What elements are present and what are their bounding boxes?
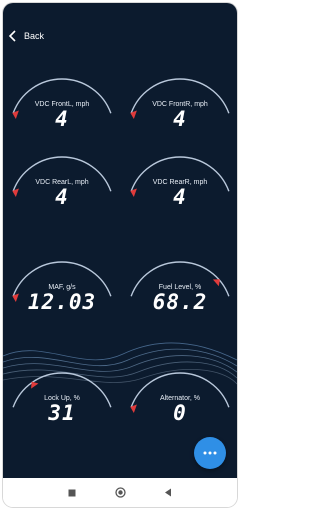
gauge-value: 12.03 [27,290,97,314]
system-nav-bar [3,478,237,507]
back-button[interactable]: Back [8,30,44,42]
gauge-value: 31 [48,401,76,425]
gauge-vdc-rearr[interactable]: VDC RearR, mph 4 [123,143,237,255]
triangle-icon [165,488,171,497]
chevron-left-icon [8,30,16,42]
circle-icon [114,487,126,498]
back-nav-button[interactable] [144,483,192,503]
gauge-maf[interactable]: MAF, g/s 12.03 [5,248,119,360]
more-horizontal-icon [203,451,217,455]
more-options-button[interactable] [194,437,226,469]
phone-frame: Back VDC FrontL, mph 4 VDC FrontR, mph 4… [3,3,237,507]
gauge-vdc-rearl[interactable]: VDC RearL, mph 4 [5,143,119,255]
gauge-fuel-level[interactable]: Fuel Level, % 68.2 [123,248,237,360]
back-label: Back [24,31,45,41]
gauge-value: 4 [173,107,187,131]
gauge-value: 0 [173,401,187,425]
home-button[interactable] [96,483,144,503]
recent-apps-button[interactable] [48,483,96,503]
app-screen: Back VDC FrontL, mph 4 VDC FrontR, mph 4… [3,3,237,478]
gauge-value: 4 [173,185,187,209]
gauge-value: 68.2 [152,290,208,314]
top-bar: Back [3,23,237,49]
gauge-value: 4 [55,185,69,209]
gauge-marker [31,381,39,389]
gauge-lock-up[interactable]: Lock Up, % 31 [5,359,119,471]
gauge-value: 4 [55,107,69,131]
square-icon [68,489,76,496]
